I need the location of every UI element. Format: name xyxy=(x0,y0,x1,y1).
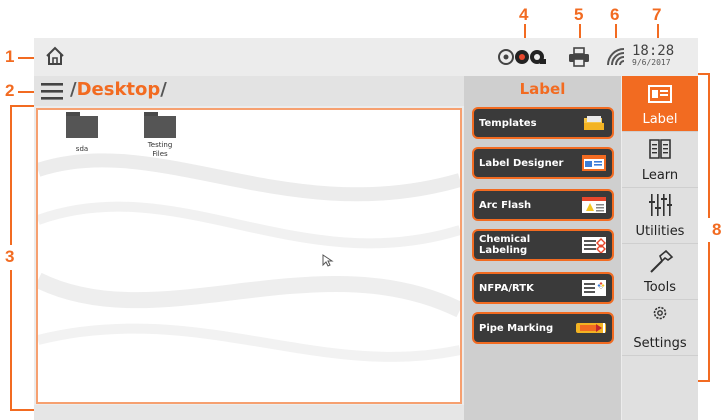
folder-icon xyxy=(144,112,176,138)
templates-button-label: Templates xyxy=(479,117,537,129)
nav-item-learn[interactable]: Learn xyxy=(622,132,698,188)
label-icon xyxy=(648,85,672,103)
arc-flash-button-label: Arc Flash xyxy=(479,199,532,211)
path-bar: /Desktop/ xyxy=(34,76,464,106)
callout-2: 2 xyxy=(5,81,15,100)
nav-item-tools[interactable]: Tools xyxy=(622,244,698,300)
pipe-marking-icon xyxy=(576,323,606,333)
callout-7: 7 xyxy=(652,5,662,24)
label-designer-icon xyxy=(582,155,606,171)
templates-button[interactable]: Templates xyxy=(472,107,614,139)
clock-date: 9/6/2017 xyxy=(632,58,671,67)
callout-3-bracket-vertical xyxy=(10,105,12,245)
nav-item-settings[interactable]: Settings xyxy=(622,300,698,356)
callout-1-line xyxy=(18,57,34,59)
nav-item-utilities[interactable]: Utilities xyxy=(622,188,698,244)
home-icon[interactable] xyxy=(44,45,66,67)
callout-2-line xyxy=(18,91,34,93)
callout-6: 6 xyxy=(610,5,620,24)
tools-hammer-icon xyxy=(650,250,674,273)
chemical-labeling-button[interactable]: Chemical Labeling xyxy=(472,229,614,261)
arc-flash-icon xyxy=(582,197,606,213)
learn-book-icon xyxy=(649,139,671,159)
breadcrumb-slash: / xyxy=(70,79,77,100)
callout-3-bracket-top xyxy=(10,105,34,107)
callout-3-bracket-vertical-2 xyxy=(10,270,12,410)
nav-item-utilities-text: Utilities xyxy=(635,224,685,239)
file-label-line-2: Files xyxy=(152,150,168,158)
label-panel-heading: Label xyxy=(519,80,566,98)
utilities-sliders-icon xyxy=(649,194,672,216)
callout-1: 1 xyxy=(5,47,15,66)
label-apps-panel: Label Templates Label Designer Arc Flash xyxy=(464,76,621,420)
callout-8-bracket-vertical-2 xyxy=(708,242,710,382)
status-icons[interactable] xyxy=(497,47,547,67)
pipe-marking-button[interactable]: Pipe Marking xyxy=(472,312,614,344)
breadcrumb-folder: Desktop xyxy=(76,79,161,100)
callout-8: 8 xyxy=(712,220,722,239)
chemical-labeling-icon xyxy=(582,237,606,253)
callout-4: 4 xyxy=(519,5,529,24)
clock: 18:28 9/6/2017 xyxy=(632,44,694,67)
templates-icon xyxy=(584,116,604,130)
callout-3: 3 xyxy=(5,247,15,266)
callout-5: 5 xyxy=(574,5,584,24)
chemical-labeling-line-1: Chemical xyxy=(479,234,531,245)
file-label-line-1: Testing xyxy=(147,141,173,149)
pipe-marking-button-label: Pipe Marking xyxy=(479,322,554,334)
wifi-icon[interactable] xyxy=(606,47,626,67)
chemical-labeling-line-2: Labeling xyxy=(479,245,528,256)
nav-item-tools-text: Tools xyxy=(643,280,677,295)
printer-screen: 18:28 9/6/2017 /Desktop/ sda Testing Fil… xyxy=(34,38,698,420)
chemical-labeling-button-label: Chemical Labeling xyxy=(479,231,530,259)
arc-flash-button[interactable]: Arc Flash xyxy=(472,189,614,221)
breadcrumb[interactable]: /Desktop/ xyxy=(70,79,167,100)
clock-time: 18:28 xyxy=(632,43,675,59)
folder-icon xyxy=(66,112,98,138)
callout-8-bracket-bottom xyxy=(698,380,710,382)
file-item-sda[interactable]: sda xyxy=(50,112,114,154)
nav-item-label[interactable]: Label xyxy=(622,76,698,132)
nfpa-icon xyxy=(582,280,606,296)
mouse-cursor-icon xyxy=(322,254,334,267)
label-designer-button-label: Label Designer xyxy=(479,157,564,169)
label-designer-button[interactable]: Label Designer xyxy=(472,147,614,179)
callout-8-bracket-vertical xyxy=(708,73,710,218)
hamburger-menu-icon[interactable] xyxy=(40,81,64,101)
callout-3-bracket-bottom xyxy=(10,409,34,411)
nav-item-label-text: Label xyxy=(642,112,678,127)
bottom-strip xyxy=(34,405,464,420)
nfpa-rtk-button[interactable]: NFPA/RTK xyxy=(472,272,614,304)
right-navigation: Label Learn Utilities Tools Settings xyxy=(622,76,698,420)
printer-icon[interactable] xyxy=(568,47,590,67)
desktop-file-area[interactable]: sda Testing Files xyxy=(36,108,462,404)
file-label: Testing Files xyxy=(128,141,192,159)
nav-item-learn-text: Learn xyxy=(641,168,679,183)
nfpa-rtk-button-label: NFPA/RTK xyxy=(479,282,534,294)
settings-gear-icon xyxy=(653,306,667,320)
breadcrumb-slash-end: / xyxy=(160,79,167,100)
file-label: sda xyxy=(75,145,89,153)
nav-item-settings-text: Settings xyxy=(633,336,687,351)
file-item-testing-files[interactable]: Testing Files xyxy=(128,112,192,159)
top-status-bar xyxy=(34,38,698,76)
